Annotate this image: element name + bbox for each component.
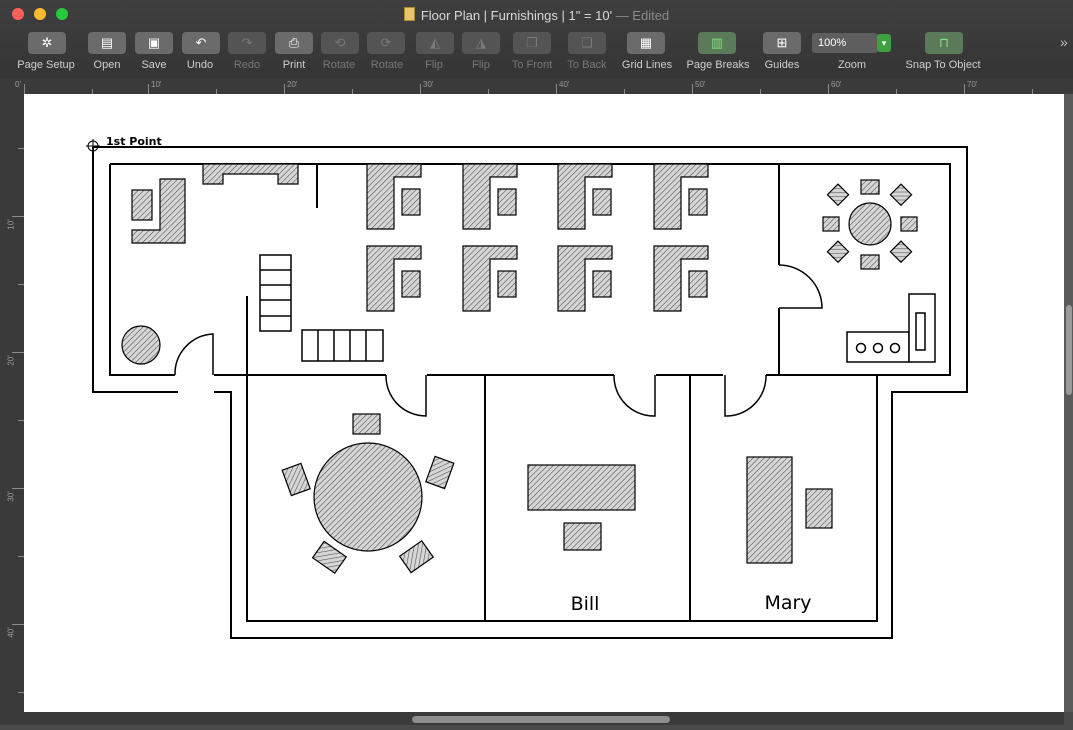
vertical-scrollbar[interactable] bbox=[1064, 94, 1073, 712]
horizontal-scroll-thumb[interactable] bbox=[412, 716, 670, 723]
room-label-mary: Mary bbox=[764, 592, 811, 614]
page-breaks-label: Page Breaks bbox=[686, 59, 750, 71]
file-cabinet[interactable] bbox=[301, 329, 384, 362]
grid-lines-button[interactable]: ▦ bbox=[627, 32, 665, 54]
ruler-v-10: 10' bbox=[6, 219, 16, 230]
ruler-h-40: 40' bbox=[559, 80, 570, 89]
bring-to-front-icon: ❐ bbox=[526, 35, 538, 50]
floor-plan-drawing[interactable]: 1st Point Bill Mary bbox=[24, 94, 1064, 712]
grid-icon: ▦ bbox=[639, 35, 653, 50]
ruler-h-50: 50' bbox=[695, 80, 706, 89]
room-label-bill: Bill bbox=[571, 593, 600, 615]
snap-to-object-button[interactable]: ⊓ bbox=[925, 32, 963, 54]
rotate-right-icon: ⟳ bbox=[380, 35, 392, 50]
window-title-text: Floor Plan | Furnishings | 1" = 10' bbox=[420, 8, 613, 23]
rotate-left-button[interactable]: ⟲ bbox=[321, 32, 359, 54]
snap-icon: ⊓ bbox=[938, 35, 950, 50]
ruler-h-60: 60' bbox=[831, 80, 842, 89]
page-breaks-icon: ▥ bbox=[710, 35, 724, 50]
flip-vertical-button[interactable]: ◮ bbox=[462, 32, 500, 54]
open-button[interactable]: ▤ bbox=[88, 32, 126, 54]
document-icon bbox=[403, 7, 415, 21]
bill-office-furniture[interactable] bbox=[527, 464, 636, 551]
ruler-h-20: 20' bbox=[287, 80, 298, 89]
ruler-v-40: 40' bbox=[6, 627, 16, 638]
ruler-h-10: 10' bbox=[151, 80, 162, 89]
open-label: Open bbox=[93, 59, 121, 71]
mary-office-furniture[interactable] bbox=[746, 456, 833, 564]
guides-button[interactable]: ⊞ bbox=[763, 32, 801, 54]
conference-table[interactable] bbox=[281, 413, 455, 575]
rotate-right-label: Rotate bbox=[370, 59, 404, 71]
printer-icon: ⎙ bbox=[288, 35, 300, 50]
chevron-down-icon[interactable]: ▾ bbox=[877, 34, 891, 52]
page-breaks-button[interactable]: ▥ bbox=[698, 32, 736, 54]
flip-vertical-label: Flip bbox=[472, 59, 490, 71]
toolbar-overflow-icon[interactable]: » bbox=[1060, 34, 1068, 50]
ruler-h-0: 0' bbox=[15, 80, 21, 89]
redo-label: Redo bbox=[233, 59, 261, 71]
edited-indicator: — Edited bbox=[615, 8, 670, 23]
to-front-label: To Front bbox=[511, 59, 553, 71]
to-back-button[interactable]: ❏ bbox=[568, 32, 606, 54]
zoom-select[interactable]: 100% bbox=[812, 33, 878, 53]
zoom-label: Zoom bbox=[837, 59, 867, 71]
horizontal-ruler: 0' 10' 20' 30' 40' 50' 60' 70' bbox=[0, 78, 1073, 95]
drawing-canvas[interactable]: 1st Point Bill Mary bbox=[24, 94, 1064, 712]
page-setup-label: Page Setup bbox=[17, 59, 75, 71]
guides-icon: ⊞ bbox=[776, 35, 788, 50]
redo-icon: ↷ bbox=[241, 35, 253, 50]
folder-icon: ▤ bbox=[100, 35, 114, 50]
print-label: Print bbox=[282, 59, 306, 71]
bookshelf[interactable] bbox=[259, 254, 292, 332]
window-title: Floor Plan | Furnishings | 1" = 10' — Ed… bbox=[0, 7, 1073, 23]
print-button[interactable]: ⎙ bbox=[275, 32, 313, 54]
ruler-v-20: 20' bbox=[6, 355, 16, 366]
floppy-icon: ▣ bbox=[147, 35, 161, 50]
cubicle-desks[interactable] bbox=[366, 163, 709, 312]
vertical-ruler: 10' 20' 30' 40' bbox=[0, 94, 24, 725]
to-back-label: To Back bbox=[567, 59, 607, 71]
rotate-left-label: Rotate bbox=[322, 59, 356, 71]
rotate-right-button[interactable]: ⟳ bbox=[367, 32, 405, 54]
flip-vertical-icon: ◮ bbox=[476, 35, 486, 50]
flip-horizontal-button[interactable]: ◭ bbox=[416, 32, 454, 54]
gear-icon: ✲ bbox=[41, 35, 53, 50]
undo-icon: ↶ bbox=[195, 35, 207, 50]
to-front-button[interactable]: ❐ bbox=[513, 32, 551, 54]
kitchen-counter[interactable] bbox=[846, 293, 936, 363]
page-setup-button[interactable]: ✲ bbox=[28, 32, 66, 54]
vertical-scroll-thumb[interactable] bbox=[1066, 305, 1072, 395]
grid-lines-label: Grid Lines bbox=[621, 59, 673, 71]
undo-button[interactable]: ↶ bbox=[182, 32, 220, 54]
save-button[interactable]: ▣ bbox=[135, 32, 173, 54]
flip-horizontal-label: Flip bbox=[425, 59, 443, 71]
snap-to-object-label: Snap To Object bbox=[905, 59, 981, 71]
send-to-back-icon: ❏ bbox=[581, 35, 593, 50]
flip-horizontal-icon: ◭ bbox=[430, 35, 440, 50]
save-label: Save bbox=[141, 59, 167, 71]
ruler-h-70: 70' bbox=[967, 80, 978, 89]
ruler-v-30: 30' bbox=[6, 491, 16, 502]
guides-label: Guides bbox=[764, 59, 800, 71]
ruler-h-30: 30' bbox=[423, 80, 434, 89]
redo-button[interactable]: ↷ bbox=[228, 32, 266, 54]
rotate-left-icon: ⟲ bbox=[334, 35, 346, 50]
break-room-table[interactable] bbox=[822, 179, 918, 270]
undo-label: Undo bbox=[186, 59, 214, 71]
